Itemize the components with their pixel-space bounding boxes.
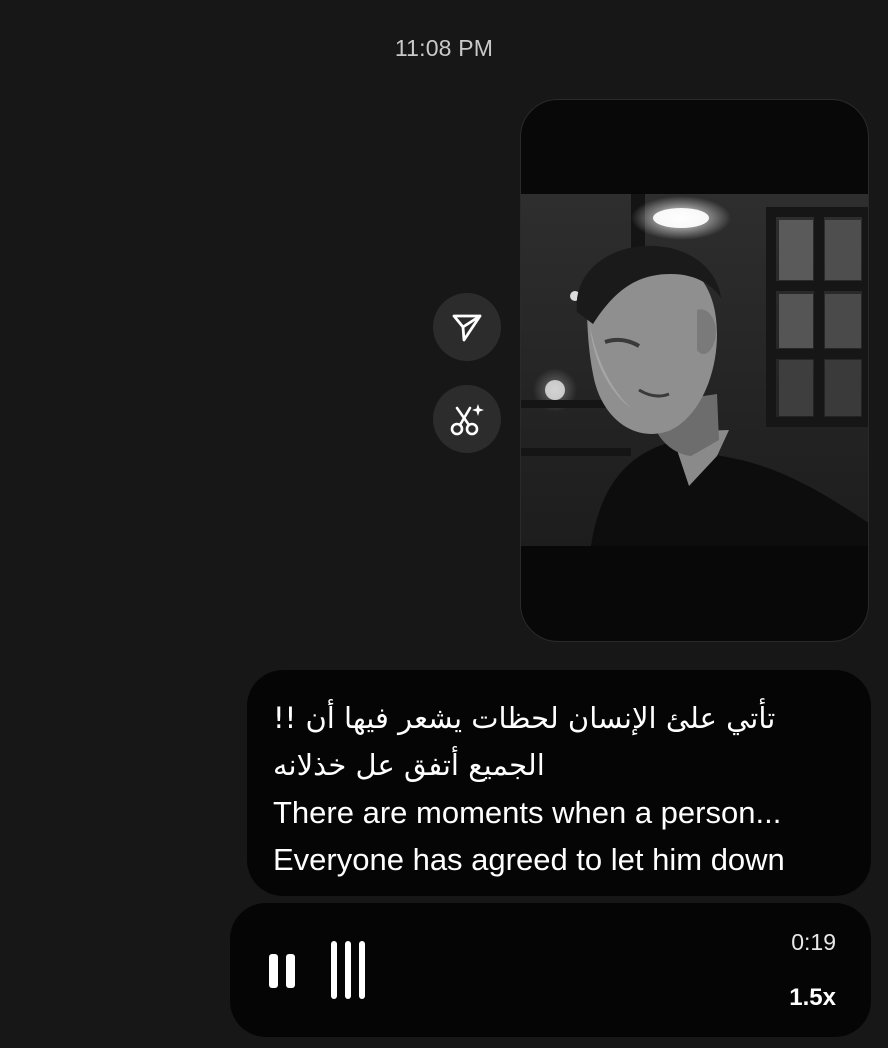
caption-line-english-2: Everyone has agreed to let him down bbox=[273, 842, 785, 877]
caption-line-english-1: There are moments when a person... bbox=[273, 795, 782, 830]
remix-button[interactable] bbox=[433, 385, 501, 453]
audio-message[interactable] bbox=[230, 903, 871, 1037]
waveform-icon[interactable] bbox=[331, 941, 365, 999]
playback-speed-button[interactable]: 1.5x bbox=[770, 984, 836, 1012]
message-timestamp: 11:08 PM bbox=[394, 35, 494, 61]
send-icon bbox=[452, 314, 482, 342]
pause-icon-bar bbox=[286, 954, 295, 988]
audio-duration: 0:19 bbox=[791, 929, 836, 955]
pause-button[interactable] bbox=[269, 954, 295, 988]
caption-message[interactable]: تأتي علئ الإنسان لحظات يشعر فيها أن !! ا… bbox=[247, 670, 871, 896]
scissors-sparkle-icon bbox=[450, 404, 484, 436]
video-thumbnail bbox=[521, 194, 868, 546]
caption-line-arabic-1: تأتي علئ الإنسان لحظات يشعر فيها أن !! bbox=[273, 701, 776, 735]
caption-line-arabic-2: الجميع أتفق عل خذلانه bbox=[273, 748, 545, 782]
pause-icon bbox=[269, 954, 278, 988]
share-button[interactable] bbox=[433, 293, 501, 361]
video-message[interactable] bbox=[520, 99, 869, 642]
